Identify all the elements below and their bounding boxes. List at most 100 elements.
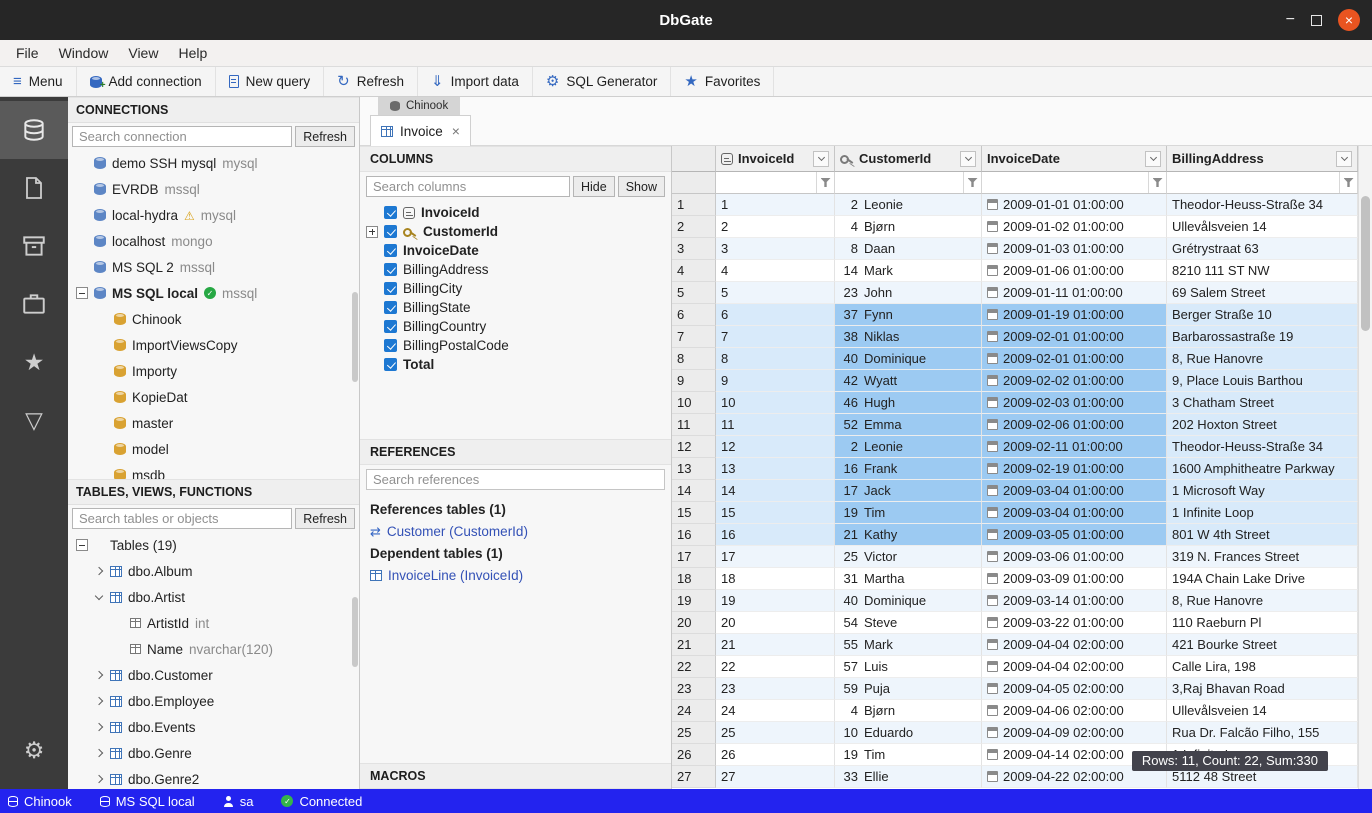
table-item[interactable]: dbo.Genre2 bbox=[68, 766, 359, 789]
invoicedate-cell[interactable]: 2009-02-03 01:00:00 bbox=[982, 392, 1167, 414]
search-tables-input[interactable] bbox=[72, 508, 292, 529]
table-item[interactable]: ArtistId int bbox=[68, 610, 359, 636]
table-item[interactable]: Name nvarchar(120) bbox=[68, 636, 359, 662]
billingaddress-cell[interactable]: 421 Bourke Street bbox=[1167, 634, 1358, 656]
invoicedate-cell[interactable]: 2009-02-01 01:00:00 bbox=[982, 326, 1167, 348]
customerid-cell[interactable]: 2 Leonie bbox=[835, 436, 982, 458]
table-row[interactable]: 24 24 4 Bjørn 2009-04-06 02:00:00 bbox=[672, 700, 1358, 722]
billingaddress-cell[interactable]: 3,Raj Bhavan Road bbox=[1167, 678, 1358, 700]
billingaddress-cell[interactable]: 194A Chain Lake Drive bbox=[1167, 568, 1358, 590]
table-row[interactable]: 17 17 25 Victor 2009-03-06 01:00:00 bbox=[672, 546, 1358, 568]
tables-scrollbar[interactable] bbox=[352, 597, 358, 667]
filter-funnel-button[interactable] bbox=[963, 172, 981, 193]
column-item[interactable]: BillingCountry bbox=[360, 317, 671, 336]
invoiceid-cell[interactable]: 11 bbox=[716, 414, 835, 436]
column-item[interactable]: Total bbox=[360, 355, 671, 374]
connection-item[interactable]: localhost mongo bbox=[68, 228, 359, 254]
row-number-cell[interactable]: 26 bbox=[672, 744, 716, 766]
customerid-cell[interactable]: 40 Dominique bbox=[835, 590, 982, 612]
expander-icon[interactable] bbox=[366, 226, 378, 238]
row-number-cell[interactable]: 7 bbox=[672, 326, 716, 348]
connection-item[interactable]: msdb bbox=[68, 462, 359, 479]
invoicedate-cell[interactable]: 2009-02-11 01:00:00 bbox=[982, 436, 1167, 458]
connection-item[interactable]: demo SSH mysql mysql bbox=[68, 150, 359, 176]
row-number-cell[interactable]: 9 bbox=[672, 370, 716, 392]
invoiceid-cell[interactable]: 9 bbox=[716, 370, 835, 392]
invoicedate-cell[interactable]: 2009-03-05 01:00:00 bbox=[982, 524, 1167, 546]
invoiceid-cell[interactable]: 26 bbox=[716, 744, 835, 766]
row-number-cell[interactable]: 8 bbox=[672, 348, 716, 370]
invoiceid-cell[interactable]: 7 bbox=[716, 326, 835, 348]
table-row[interactable]: 21 21 55 Mark 2009-04-04 02:00:00 bbox=[672, 634, 1358, 656]
invoiceid-cell[interactable]: 27 bbox=[716, 766, 835, 788]
connection-item[interactable]: Importy bbox=[68, 358, 359, 384]
row-number-cell[interactable]: 23 bbox=[672, 678, 716, 700]
column-item[interactable]: InvoiceDate bbox=[360, 241, 671, 260]
invoiceid-cell[interactable]: 22 bbox=[716, 656, 835, 678]
billingaddress-cell[interactable]: Ullevålsveien 14 bbox=[1167, 700, 1358, 722]
table-row[interactable]: 6 6 37 Fynn 2009-01-19 01:00:00 bbox=[672, 304, 1358, 326]
invoicedate-cell[interactable]: 2009-04-06 02:00:00 bbox=[982, 700, 1167, 722]
billingaddress-cell[interactable]: Ullevålsveien 14 bbox=[1167, 216, 1358, 238]
invoicedate-cell[interactable]: 2009-01-01 01:00:00 bbox=[982, 194, 1167, 216]
billingaddress-cell[interactable]: Theodor-Heuss-Straße 34 bbox=[1167, 436, 1358, 458]
column-checkbox[interactable] bbox=[384, 282, 397, 295]
table-row[interactable]: 19 19 40 Dominique 2009-03-14 01:00:00 bbox=[672, 590, 1358, 612]
column-item[interactable]: InvoiceId bbox=[360, 203, 671, 222]
filter-input[interactable] bbox=[835, 172, 963, 193]
billingaddress-cell[interactable]: 110 Raeburn Pl bbox=[1167, 612, 1358, 634]
rail-archive-icon[interactable] bbox=[0, 217, 68, 275]
connections-refresh-button[interactable]: Refresh bbox=[295, 126, 355, 147]
grid-vertical-scrollbar[interactable] bbox=[1358, 146, 1372, 789]
chevron-icon[interactable] bbox=[95, 697, 103, 705]
table-row[interactable]: 3 3 8 Daan 2009-01-03 01:00:00 bbox=[672, 238, 1358, 260]
statusbar-connection[interactable]: MS SQL local bbox=[100, 794, 195, 809]
row-number-cell[interactable]: 6 bbox=[672, 304, 716, 326]
row-number-cell[interactable]: 22 bbox=[672, 656, 716, 678]
statusbar-user[interactable]: sa bbox=[223, 794, 254, 809]
billingaddress-cell[interactable]: 69 Salem Street bbox=[1167, 282, 1358, 304]
table-row[interactable]: 4 4 14 Mark 2009-01-06 01:00:00 bbox=[672, 260, 1358, 282]
invoiceid-cell[interactable]: 5 bbox=[716, 282, 835, 304]
scrollbar-thumb[interactable] bbox=[1361, 196, 1370, 331]
invoicedate-cell[interactable]: 2009-02-06 01:00:00 bbox=[982, 414, 1167, 436]
invoicedate-cell[interactable]: 2009-03-04 01:00:00 bbox=[982, 480, 1167, 502]
customerid-cell[interactable]: 33 Ellie bbox=[835, 766, 982, 788]
connection-item[interactable]: EVRDB mssql bbox=[68, 176, 359, 202]
filter-funnel-button[interactable] bbox=[1148, 172, 1166, 193]
billingaddress-cell[interactable]: Rua Dr. Falcão Filho, 155 bbox=[1167, 722, 1358, 744]
row-number-cell[interactable]: 10 bbox=[672, 392, 716, 414]
billingaddress-cell[interactable]: Theodor-Heuss-Straße 34 bbox=[1167, 194, 1358, 216]
show-button[interactable]: Show bbox=[618, 176, 665, 197]
connections-scrollbar[interactable] bbox=[352, 292, 358, 382]
customerid-cell[interactable]: 46 Hugh bbox=[835, 392, 982, 414]
menu-item[interactable]: Help bbox=[168, 45, 217, 61]
close-icon[interactable]: × bbox=[1338, 9, 1360, 31]
chevron-icon[interactable] bbox=[95, 567, 103, 575]
column-item[interactable]: BillingAddress bbox=[360, 260, 671, 279]
invoicedate-cell[interactable]: 2009-04-05 02:00:00 bbox=[982, 678, 1167, 700]
invoicedate-cell[interactable]: 2009-02-01 01:00:00 bbox=[982, 348, 1167, 370]
invoiceid-cell[interactable]: 13 bbox=[716, 458, 835, 480]
table-row[interactable]: 10 10 46 Hugh 2009-02-03 01:00:00 bbox=[672, 392, 1358, 414]
invoiceid-cell[interactable]: 18 bbox=[716, 568, 835, 590]
connection-item[interactable]: Chinook bbox=[68, 306, 359, 332]
table-row[interactable]: 20 20 54 Steve 2009-03-22 01:00:00 bbox=[672, 612, 1358, 634]
row-number-cell[interactable]: 16 bbox=[672, 524, 716, 546]
billingaddress-cell[interactable]: 9, Place Louis Barthou bbox=[1167, 370, 1358, 392]
column-checkbox[interactable] bbox=[384, 320, 397, 333]
billingaddress-cell[interactable]: 1600 Amphitheatre Parkway bbox=[1167, 458, 1358, 480]
invoicedate-cell[interactable]: 2009-03-09 01:00:00 bbox=[982, 568, 1167, 590]
customerid-cell[interactable]: 23 John bbox=[835, 282, 982, 304]
invoiceid-cell[interactable]: 6 bbox=[716, 304, 835, 326]
billingaddress-cell[interactable]: Grétrystraat 63 bbox=[1167, 238, 1358, 260]
row-number-cell[interactable]: 27 bbox=[672, 766, 716, 788]
column-menu-button[interactable] bbox=[1336, 151, 1352, 167]
column-checkbox[interactable] bbox=[384, 263, 397, 276]
connection-item[interactable]: MS SQL 2 mssql bbox=[68, 254, 359, 280]
connection-item[interactable]: ImportViewsCopy bbox=[68, 332, 359, 358]
rail-briefcase-icon[interactable] bbox=[0, 275, 68, 333]
row-number-cell[interactable]: 24 bbox=[672, 700, 716, 722]
column-checkbox[interactable] bbox=[384, 301, 397, 314]
customerid-cell[interactable]: 16 Frank bbox=[835, 458, 982, 480]
